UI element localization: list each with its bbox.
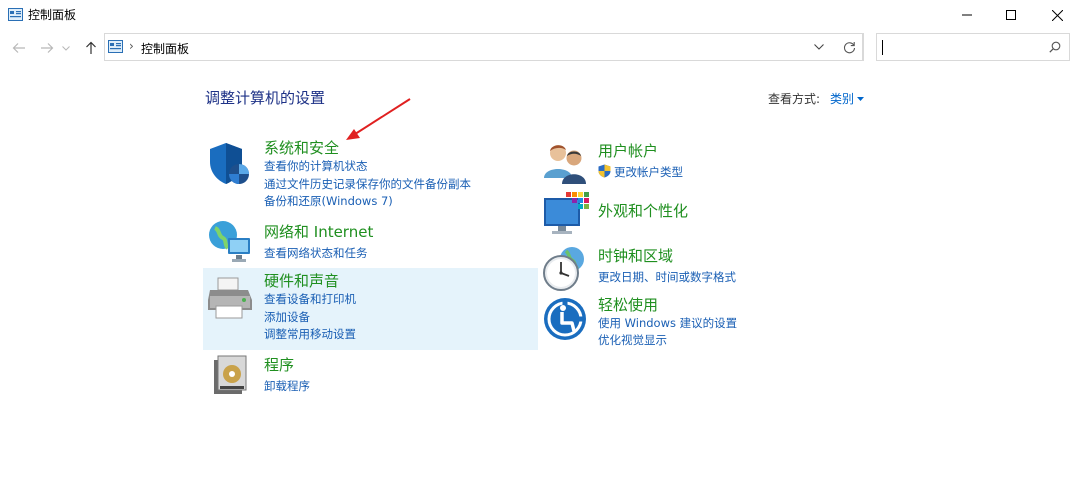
- programs-disk-icon[interactable]: [206, 350, 254, 398]
- recent-locations-button[interactable]: [59, 38, 73, 58]
- close-button[interactable]: [1034, 0, 1080, 30]
- category-link[interactable]: 调整常用移动设置: [264, 326, 356, 342]
- control-panel-icon: [108, 40, 123, 53]
- category-link[interactable]: 通过文件历史记录保存你的文件备份副本: [264, 176, 471, 192]
- arrow-up-icon: [86, 41, 96, 54]
- chevron-down-icon: [814, 44, 824, 50]
- category-link[interactable]: 更改日期、时间或数字格式: [598, 269, 736, 285]
- refresh-button[interactable]: [837, 33, 863, 61]
- security-shield-icon[interactable]: [206, 140, 254, 188]
- category-title[interactable]: 硬件和声音: [264, 270, 339, 291]
- view-by-dropdown[interactable]: 类别: [830, 90, 865, 107]
- category-link[interactable]: 优化视觉显示: [598, 332, 667, 348]
- ease-of-access-icon[interactable]: [542, 296, 590, 344]
- category-link[interactable]: 添加设备: [264, 309, 310, 325]
- category-link[interactable]: 卸载程序: [264, 378, 310, 394]
- category-title[interactable]: 时钟和区域: [598, 245, 673, 266]
- address-bar[interactable]: › 控制面板: [104, 33, 864, 61]
- category-link[interactable]: 查看设备和打印机: [264, 291, 356, 307]
- category-title[interactable]: 系统和安全: [264, 137, 339, 158]
- category-title[interactable]: 用户帐户: [598, 140, 658, 161]
- category-link[interactable]: 查看你的计算机状态: [264, 158, 368, 174]
- text-caret: [882, 40, 883, 55]
- chevron-down-icon: [62, 45, 70, 51]
- category-title[interactable]: 网络和 Internet: [264, 221, 373, 242]
- category-title[interactable]: 程序: [264, 354, 294, 375]
- category-link[interactable]: 使用 Windows 建议的设置: [598, 315, 737, 331]
- breadcrumb-chevron-icon: ›: [129, 39, 134, 53]
- category-link[interactable]: 备份和还原(Windows 7): [264, 193, 393, 209]
- up-button[interactable]: [81, 38, 101, 58]
- appearance-monitor-icon[interactable]: [542, 190, 590, 238]
- search-input[interactable]: [876, 33, 1070, 61]
- view-by-label: 查看方式:: [768, 92, 821, 106]
- printer-icon[interactable]: [206, 274, 254, 322]
- users-icon[interactable]: [542, 138, 590, 186]
- search-icon[interactable]: [1049, 41, 1061, 53]
- forward-button[interactable]: [37, 38, 57, 58]
- close-icon: [1051, 9, 1063, 21]
- minimize-icon: [962, 14, 972, 16]
- category-title[interactable]: 轻松使用: [598, 294, 658, 315]
- arrow-right-icon: [41, 43, 54, 53]
- category-link[interactable]: 更改帐户类型: [614, 164, 683, 180]
- uac-shield-icon: [598, 164, 611, 178]
- control-panel-icon: [8, 8, 23, 21]
- title-bar: 控制面板: [0, 0, 1080, 30]
- window-title: 控制面板: [28, 8, 77, 22]
- maximize-button[interactable]: [988, 0, 1034, 30]
- breadcrumb[interactable]: 控制面板: [141, 40, 189, 57]
- address-dropdown-button[interactable]: [807, 34, 831, 60]
- refresh-icon: [843, 41, 856, 53]
- clock-globe-icon[interactable]: [542, 245, 590, 293]
- annotation-arrow-icon: [346, 98, 411, 140]
- caret-down-icon: [857, 96, 865, 101]
- back-button[interactable]: [9, 38, 29, 58]
- category-link[interactable]: 查看网络状态和任务: [264, 245, 368, 261]
- network-globe-icon[interactable]: [206, 218, 254, 266]
- minimize-button[interactable]: [944, 0, 990, 30]
- category-title[interactable]: 外观和个性化: [598, 200, 688, 221]
- maximize-icon: [1006, 10, 1016, 20]
- arrow-left-icon: [12, 43, 25, 53]
- view-by-value: 类别: [830, 92, 855, 106]
- page-title: 调整计算机的设置: [205, 89, 326, 107]
